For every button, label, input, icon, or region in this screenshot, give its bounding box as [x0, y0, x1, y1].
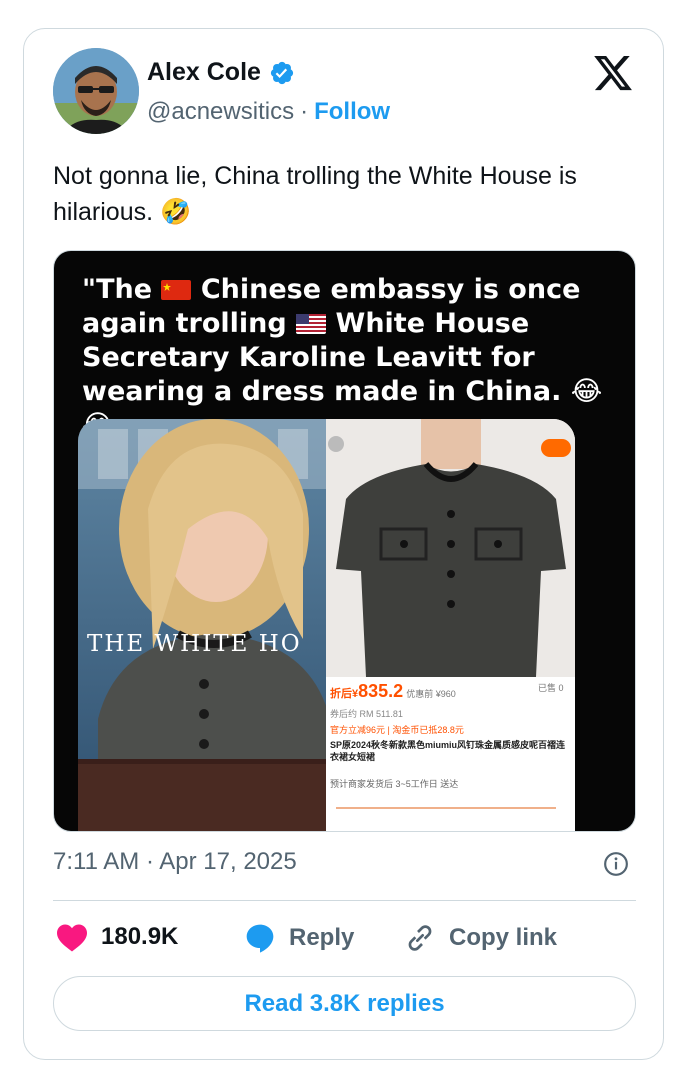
caption-part-1: "The: [82, 274, 153, 305]
promo-text: 官方立减96元 | 淘金币已抵28.8元: [330, 725, 464, 735]
price-prefix: 折后¥: [330, 688, 359, 700]
original-price: 优惠前 ¥960: [406, 689, 456, 699]
divider: [53, 900, 636, 901]
tweet-media[interactable]: "The Chinese embassy is once again troll…: [53, 250, 636, 832]
price-panel: 折后¥835.2 优惠前 ¥960 已售 0 券后约 RM 511.81 官方立…: [326, 677, 575, 831]
podium-sign-text: THE WHITE HO: [87, 631, 302, 657]
like-count: 180.9K: [101, 923, 179, 950]
price-line: 折后¥835.2 优惠前 ¥960 已售 0: [330, 681, 564, 702]
copy-link-button[interactable]: Copy link: [403, 922, 557, 954]
author-handle[interactable]: @acnewsitics: [147, 98, 294, 126]
shopping-listing-screenshot: 折后¥835.2 优惠前 ¥960 已售 0 券后约 RM 511.81 官方立…: [326, 419, 575, 831]
author-name-row[interactable]: Alex Cole: [147, 58, 295, 87]
author-name[interactable]: Alex Cole: [147, 58, 261, 87]
media-caption: "The Chinese embassy is once again troll…: [82, 273, 622, 443]
separator: ·: [300, 98, 309, 125]
rm-price: 券后约 RM 511.81: [330, 709, 403, 719]
reply-label: Reply: [289, 924, 355, 951]
tweet-text: Not gonna lie, China trolling the White …: [53, 162, 577, 226]
follow-button[interactable]: Follow: [314, 98, 390, 126]
link-icon: [408, 925, 432, 951]
shipping-info: 预计商家发货后 3~5工作日 送达: [330, 779, 459, 789]
sold-count: 已售 0: [538, 683, 564, 693]
china-flag-icon: [161, 280, 192, 300]
x-logo-icon[interactable]: [592, 52, 634, 94]
info-icon[interactable]: [603, 851, 629, 877]
press-briefing-photo: [78, 419, 350, 831]
product-title: SP原2024秋冬新款黑色miumiu风钉珠金属质感皮呢百褶连衣裙女短裙: [330, 740, 566, 762]
reply-button[interactable]: Reply: [243, 922, 354, 954]
like-button[interactable]: 180.9K: [55, 922, 178, 952]
heart-icon: [57, 924, 87, 952]
reply-bubble-icon: [246, 924, 274, 953]
timestamp[interactable]: 7:11 AM · Apr 17, 2025: [53, 848, 297, 876]
avatar[interactable]: [53, 48, 139, 134]
verified-badge-icon: [270, 61, 294, 84]
copy-link-label: Copy link: [449, 924, 558, 951]
handle-row: @acnewsitics · Follow: [147, 98, 390, 126]
price-value: 835.2: [358, 681, 404, 701]
us-flag-icon: [296, 314, 327, 334]
shipping-progress: [336, 807, 556, 809]
read-replies-button[interactable]: Read 3.8K replies: [53, 976, 636, 1031]
